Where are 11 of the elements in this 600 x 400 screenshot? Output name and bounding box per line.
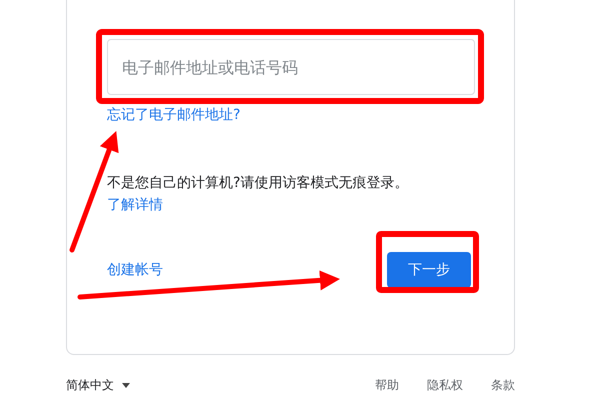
create-account-link[interactable]: 创建帐号 xyxy=(107,261,163,279)
forgot-email-link[interactable]: 忘记了电子邮件地址? xyxy=(107,106,240,124)
email-field[interactable]: 电子邮件地址或电话号码 xyxy=(107,39,475,95)
learn-more-link[interactable]: 了解详情 xyxy=(107,196,163,214)
caret-icon xyxy=(122,383,130,388)
guest-notice: 不是您自己的计算机?请使用访客模式无痕登录。 xyxy=(107,174,408,192)
footer-link[interactable]: 隐私权 xyxy=(427,377,463,394)
next-button[interactable]: 下一步 xyxy=(387,252,471,288)
footer-link[interactable]: 帮助 xyxy=(375,377,399,394)
language-selector[interactable]: 简体中文 xyxy=(66,377,130,394)
footer-link[interactable]: 条款 xyxy=(491,377,515,394)
